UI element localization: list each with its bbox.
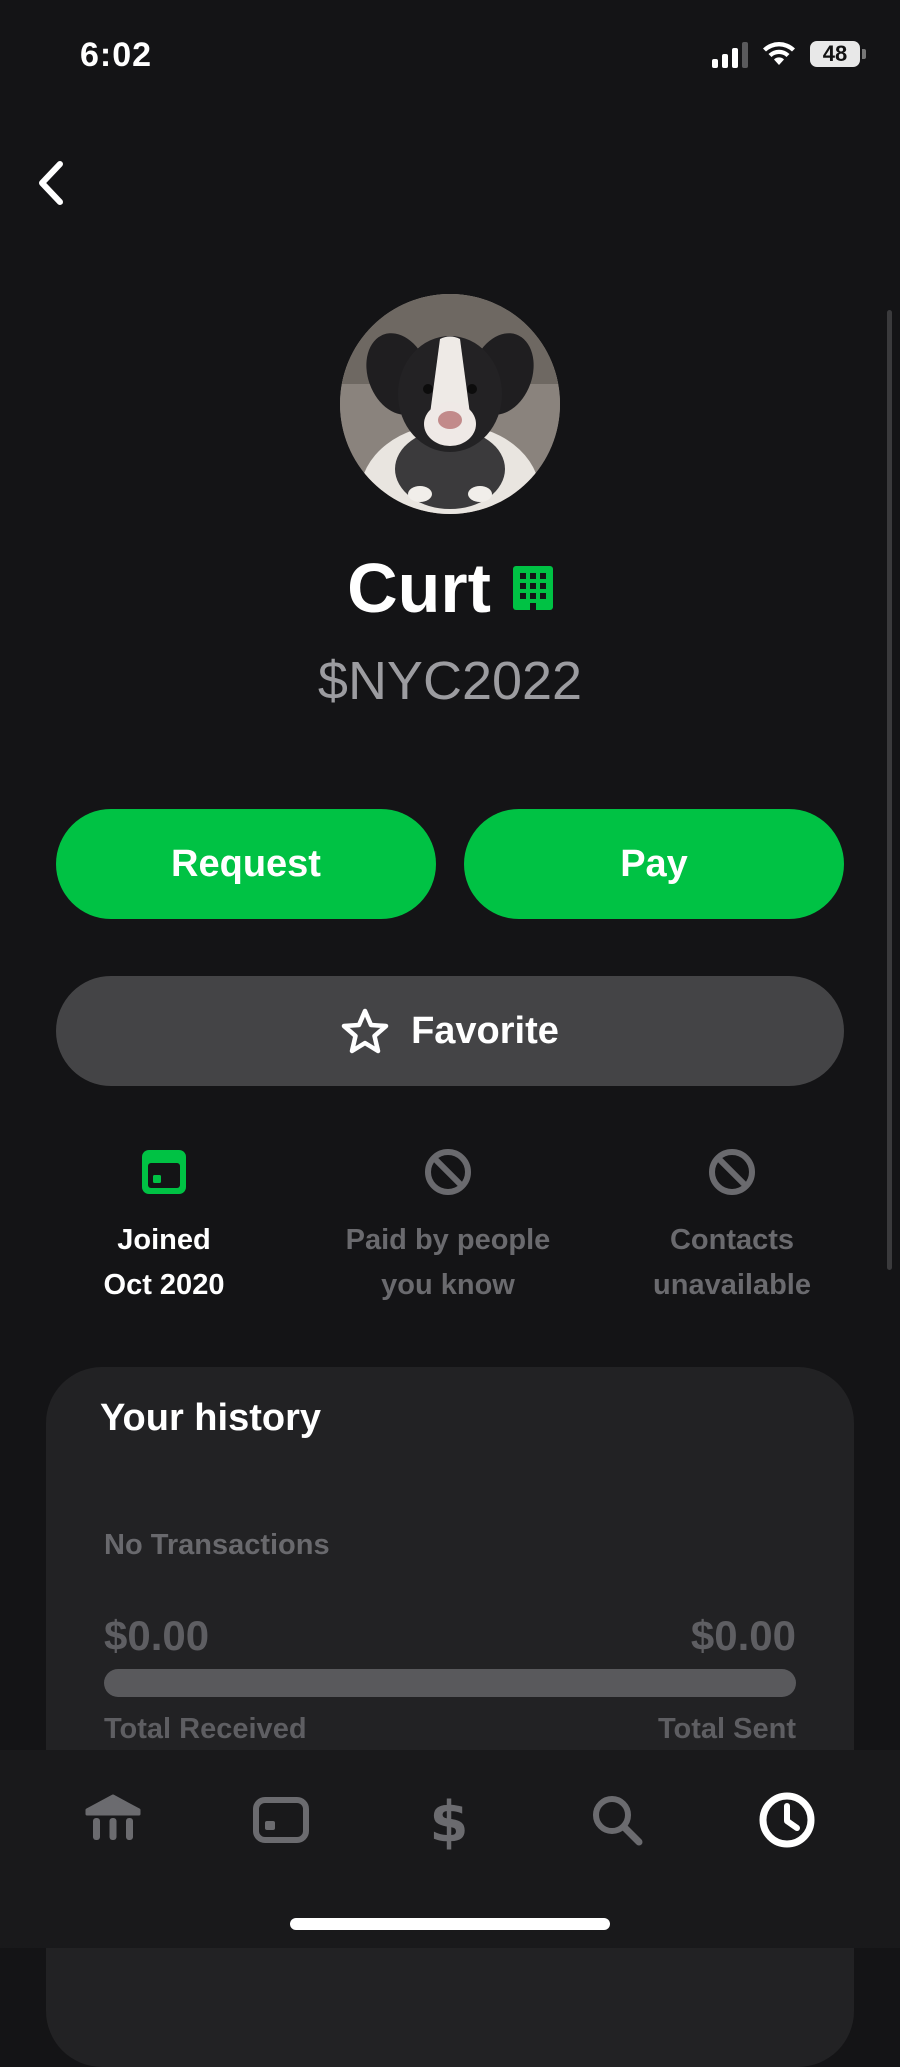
profile-name: Curt: [347, 549, 491, 627]
svg-text:$: $: [430, 1790, 469, 1851]
back-button[interactable]: [30, 155, 70, 211]
joined-date: Oct 2020: [103, 1269, 225, 1301]
avatar: [340, 294, 560, 514]
status-time: 6:02: [80, 36, 153, 74]
info-contacts: Contacts unavailable: [602, 1148, 862, 1308]
favorite-label: Favorite: [411, 1009, 559, 1052]
blocked-icon: [708, 1148, 756, 1196]
home-indicator: [290, 1918, 610, 1930]
history-progress-bar: [104, 1669, 796, 1697]
contacts-line2: unavailable: [653, 1269, 811, 1301]
tab-bar: $: [0, 1750, 900, 1948]
banking-icon: [85, 1794, 141, 1840]
tab-money[interactable]: $: [414, 1785, 484, 1855]
dollar-icon: $: [430, 1790, 469, 1851]
calendar-icon: [140, 1148, 188, 1196]
history-card[interactable]: Your history No Transactions $0.00 $0.00…: [46, 1367, 854, 2067]
scroll-indicator: [887, 310, 892, 1270]
status-icons: 48: [712, 40, 866, 68]
total-received-label: Total Received: [104, 1713, 307, 1745]
signal-icon: [712, 40, 748, 68]
chevron-left-icon: [39, 161, 63, 205]
paid-by-line1: Paid by people: [345, 1224, 551, 1256]
history-title: Your history: [100, 1397, 321, 1439]
total-sent-label: Total Sent: [657, 1713, 796, 1745]
building-icon: [512, 566, 553, 610]
received-amount: $0.00: [104, 1612, 210, 1659]
favorite-button[interactable]: Favorite: [56, 976, 844, 1086]
info-paid-by-people: Paid by people you know: [318, 1148, 578, 1308]
tab-banking[interactable]: [78, 1785, 148, 1855]
paid-by-line2: you know: [381, 1269, 515, 1301]
star-icon: [341, 1008, 389, 1054]
search-icon: [593, 1796, 643, 1846]
profile-name-row: Curt: [0, 548, 900, 628]
tab-activity[interactable]: [752, 1785, 822, 1855]
wifi-icon: [763, 42, 795, 65]
clock-icon: [759, 1792, 815, 1848]
sent-amount: $0.00: [690, 1612, 796, 1659]
joined-label: Joined: [117, 1224, 211, 1256]
avatar-puppy-image: [340, 294, 560, 514]
cashtag: $NYC2022: [317, 651, 583, 711]
tab-search[interactable]: [582, 1785, 652, 1855]
card-icon: [253, 1797, 309, 1843]
pay-button[interactable]: Pay: [464, 809, 844, 919]
contacts-line1: Contacts: [669, 1224, 795, 1256]
tab-card[interactable]: [246, 1785, 316, 1855]
no-transactions-text: No Transactions: [104, 1529, 330, 1561]
info-joined: Joined Oct 2020: [34, 1148, 294, 1308]
blocked-icon: [424, 1148, 472, 1196]
request-button[interactable]: Request: [56, 809, 436, 919]
status-bar: 6:02 48: [0, 0, 900, 110]
battery-indicator: 48: [810, 41, 866, 67]
